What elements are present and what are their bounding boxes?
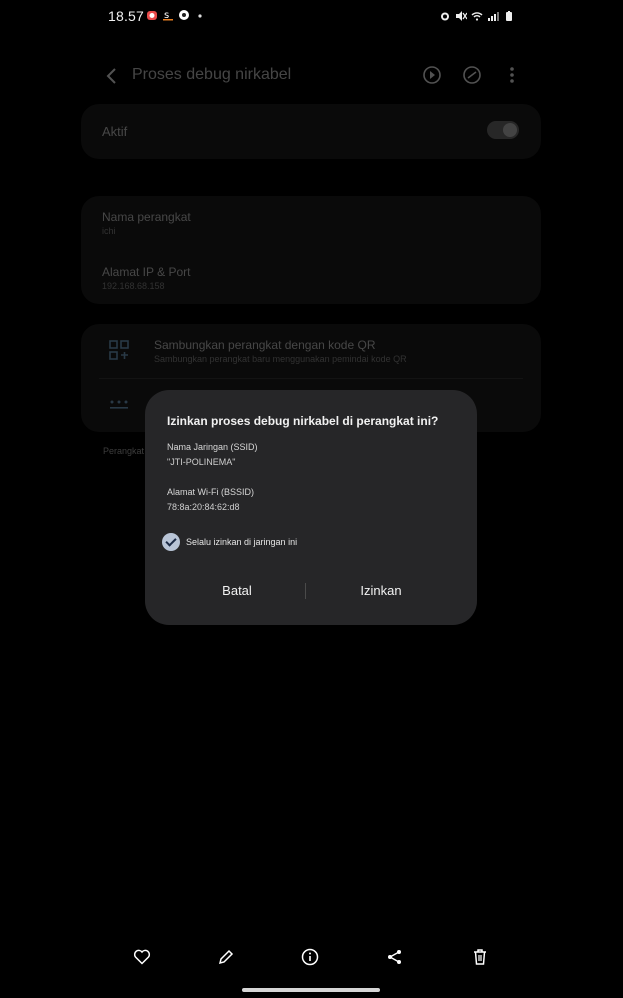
ssid-value: "JTI-POLINEMA": [167, 457, 236, 467]
aktif-toggle[interactable]: [487, 121, 519, 139]
signal-icon: [487, 9, 499, 27]
ssid-label: Nama Jaringan (SSID): [167, 442, 258, 452]
allow-button[interactable]: Izinkan: [321, 583, 441, 598]
alarm-icon: [439, 9, 451, 27]
pairing-code-icon: [109, 395, 129, 420]
back-button[interactable]: [104, 66, 120, 86]
battery-icon: [503, 9, 515, 27]
qr-pair-title: Sambungkan perangkat dengan kode QR: [154, 338, 376, 352]
debug-permission-dialog: Izinkan proses debug nirkabel di perangk…: [145, 390, 477, 625]
info-icon[interactable]: [301, 948, 319, 966]
browser-icon: [178, 8, 190, 26]
qr-code-icon: [109, 340, 129, 365]
bssid-label: Alamat Wi-Fi (BSSID): [167, 487, 255, 497]
always-allow-checkbox[interactable]: [162, 533, 180, 551]
more-vertical-icon[interactable]: [501, 64, 523, 86]
always-allow-label: Selalu izinkan di jaringan ini: [186, 537, 298, 547]
bssid-value: 78:8a:20:84:62:d8: [167, 502, 240, 512]
status-time: 18.57: [108, 8, 145, 24]
s-app-icon: s: [162, 8, 174, 26]
mute-icon: [455, 9, 467, 27]
cancel-button[interactable]: Batal: [177, 583, 297, 598]
home-indicator[interactable]: [242, 988, 380, 992]
aktif-label: Aktif: [102, 124, 128, 139]
ip-port-value: 192.168.68.158: [102, 281, 165, 291]
device-info-card: Nama perangkat ichi Alamat IP & Port 192…: [81, 196, 541, 304]
top-actions: [421, 64, 523, 86]
always-allow-row[interactable]: Selalu izinkan di jaringan ini: [162, 533, 297, 551]
chevron-left-icon: [106, 68, 116, 84]
play-rotate-icon[interactable]: [421, 64, 443, 86]
heart-icon[interactable]: [133, 948, 151, 966]
trash-icon[interactable]: [471, 948, 489, 966]
paired-devices-label: Perangkat: [103, 446, 145, 456]
qr-pair-row[interactable]: Sambungkan perangkat dengan kode QR Samb…: [81, 324, 541, 378]
wifi-icon: [471, 9, 483, 27]
dialog-title: Izinkan proses debug nirkabel di perangk…: [167, 414, 439, 428]
status-system-icons: [439, 9, 515, 27]
qr-pair-subtitle: Sambungkan perangkat baru menggunakan pe…: [154, 354, 407, 364]
ip-port-label: Alamat IP & Port: [102, 265, 191, 279]
rotate-lock-icon[interactable]: [461, 64, 483, 86]
status-notification-icons: s: [146, 8, 206, 26]
dot-icon: [194, 8, 206, 26]
aktif-card[interactable]: Aktif: [81, 104, 541, 159]
page-title: Proses debug nirkabel: [132, 66, 292, 83]
share-icon[interactable]: [386, 948, 404, 966]
alarm-notification-icon: [146, 8, 158, 26]
button-separator: [305, 583, 306, 599]
pencil-icon[interactable]: [217, 948, 235, 966]
device-name-label: Nama perangkat: [102, 210, 191, 224]
device-name-value: ichi: [102, 226, 116, 236]
